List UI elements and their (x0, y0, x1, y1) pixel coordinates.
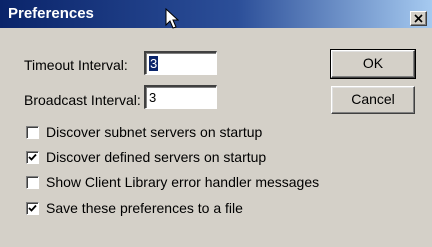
mouse-pointer-icon (165, 8, 179, 29)
timeout-interval-label: Timeout Interval: (24, 57, 128, 73)
title-bar[interactable]: Preferences (0, 0, 432, 29)
checkbox-label: Discover subnet servers on startup (46, 124, 263, 140)
checkbox-label: Show Client Library error handler messag… (46, 174, 320, 190)
checkbox-box[interactable] (26, 151, 39, 164)
close-icon (414, 14, 423, 23)
checkbox-box[interactable] (26, 176, 39, 189)
broadcast-interval-field[interactable]: 3 (144, 85, 217, 109)
broadcast-interval-value: 3 (149, 90, 157, 105)
timeout-interval-value: 3 (149, 56, 159, 71)
close-button[interactable] (410, 11, 427, 26)
broadcast-interval-label: Broadcast Interval: (24, 92, 141, 108)
ok-button[interactable]: OK (330, 49, 416, 79)
timeout-interval-field[interactable]: 3 (144, 51, 217, 75)
cancel-button[interactable]: Cancel (331, 86, 415, 114)
checkmark-icon (28, 204, 37, 212)
window-title: Preferences (8, 5, 94, 22)
checkbox-box[interactable] (26, 202, 39, 215)
checkbox-label: Save these preferences to a file (46, 200, 243, 216)
checkmark-icon (28, 153, 37, 161)
checkbox-box[interactable] (26, 126, 39, 139)
checkbox-label: Discover defined servers on startup (46, 149, 267, 165)
